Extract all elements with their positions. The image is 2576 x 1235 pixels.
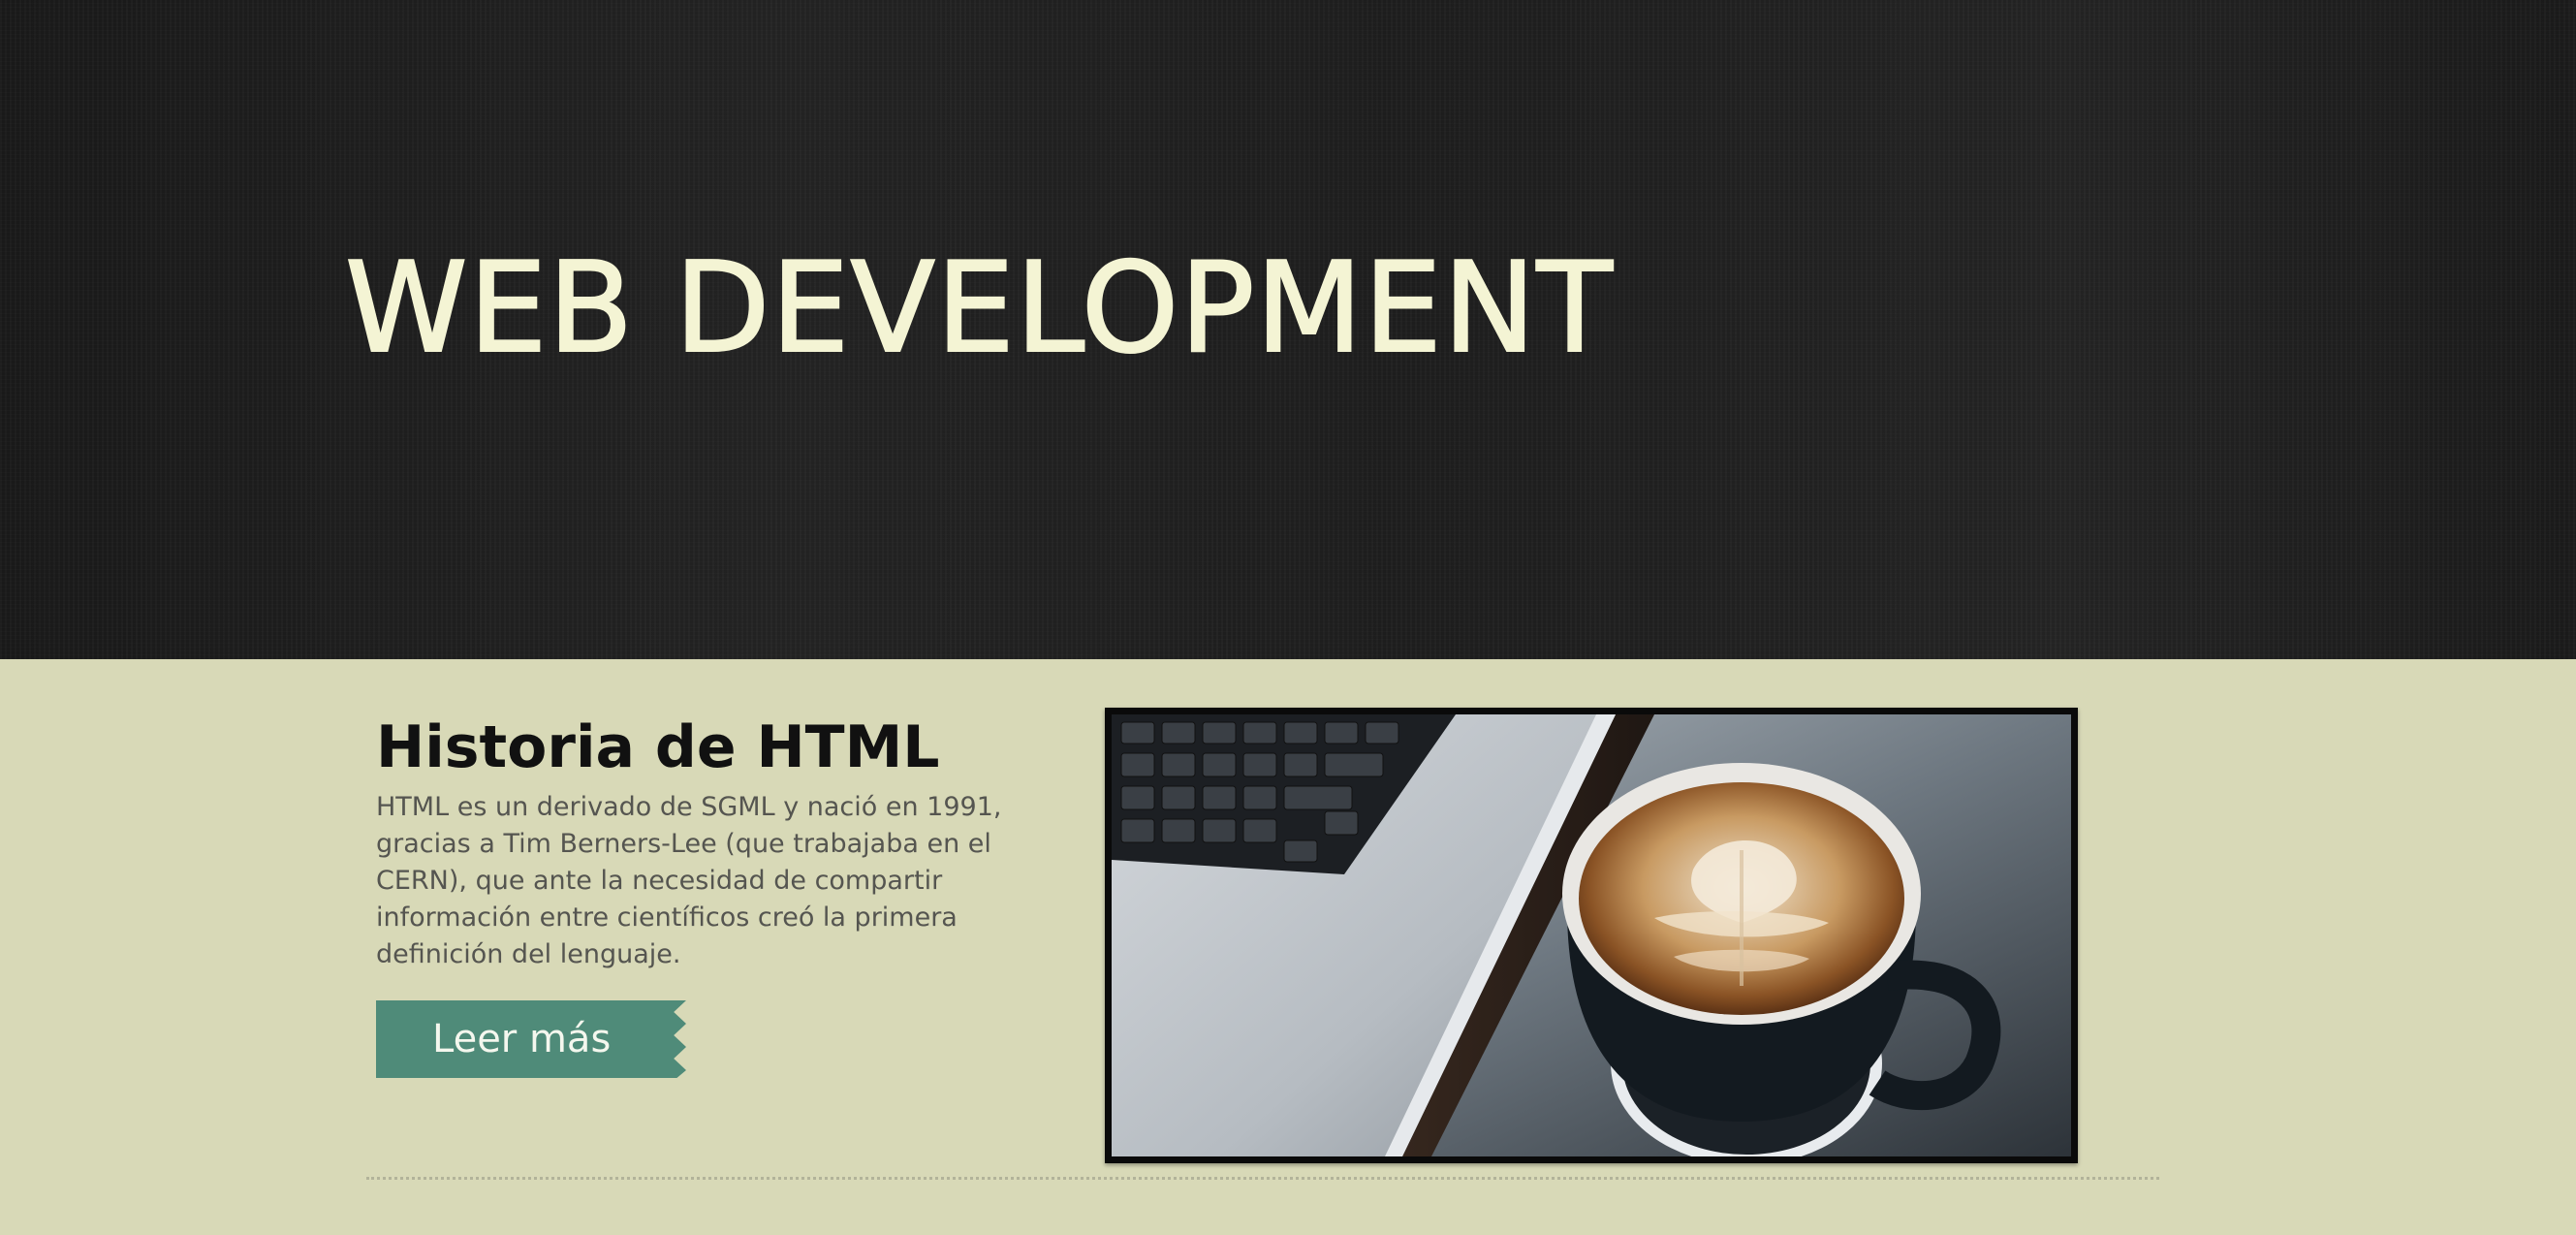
read-more-button[interactable]: Leer más [376,1000,686,1078]
article-section: Historia de HTML HTML es un derivado de … [0,659,2576,1235]
article-photo [1105,708,2078,1163]
hero-banner: WEB DEVELOPMENT [0,0,2576,659]
page: WEB DEVELOPMENT Historia de HTML HTML es… [0,0,2576,1235]
laptop-coffee-image [1112,714,2071,1156]
article-body: HTML es un derivado de SGML y nació en 1… [376,792,1002,969]
article-title: Historia de HTML [376,713,940,781]
section-divider [366,1177,2159,1180]
hero-title: WEB DEVELOPMENT [344,236,1614,382]
